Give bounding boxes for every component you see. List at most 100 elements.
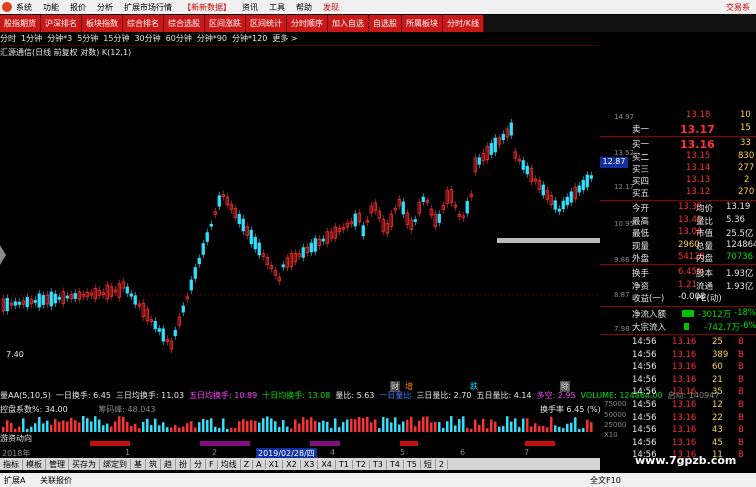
net-inflow-row: 净流入额 -3012万 -18% [632,308,756,320]
stat-a: 净资 [632,281,650,292]
tab-stock-screen[interactable]: 综合选股 [164,15,205,32]
volume-bar [350,418,353,432]
tab-composite-rank[interactable]: 综合排名 [123,15,164,32]
menu-system[interactable]: 系统 [16,2,32,13]
volume-bar [94,416,97,432]
indicator-tab[interactable]: 分 [191,458,206,470]
indicator-tab[interactable]: 趋 [161,458,176,470]
volume-chart[interactable] [0,414,600,432]
tf-1min[interactable]: 1分钟 [21,33,42,45]
menu-new-data[interactable]: 【新新数据】 [183,2,231,13]
volume-bar [590,422,593,432]
indicator-tab[interactable]: T4 [387,459,404,469]
tf-90min[interactable]: 分钟*90 [197,33,227,45]
tab-range-change[interactable]: 区间涨跌 [205,15,246,32]
tf-60min[interactable]: 60分钟 [166,33,192,45]
tab-sector[interactable]: 所属板块 [402,15,443,32]
volume-bar [398,424,401,432]
tf-more[interactable]: 更多 > [272,33,297,45]
indicator-value: 量比: 5.63 [335,391,375,400]
tab-sector-index[interactable]: 板块指数 [82,15,123,32]
indicator-tab[interactable]: T5 [404,459,421,469]
volume-bar [470,428,473,432]
indicator-tab[interactable]: X1 [266,459,284,469]
indicator-tab[interactable]: 2 [436,459,448,469]
indicator-tab[interactable]: Z [241,459,254,469]
volume-bar [526,418,529,432]
indicator-tab[interactable]: 均线 [218,458,241,470]
indicator-tab[interactable]: T2 [353,459,370,469]
indicator-tab[interactable]: F [206,459,218,469]
menu-help[interactable]: 帮助 [296,2,312,13]
tab-watchlist[interactable]: 自选股 [369,15,402,32]
tab-index-futures[interactable]: 股指期货 [0,15,41,32]
volume-bar [478,425,481,432]
tick-v: 12 [712,400,723,410]
stat-b: PE(动) [696,294,722,304]
tab-add-watchlist[interactable]: 加入自选 [328,15,369,32]
tab-range-stats[interactable]: 区间统计 [246,15,287,32]
tf-30min[interactable]: 30分钟 [134,33,160,45]
menu-quote[interactable]: 报价 [70,2,86,13]
stat-bv: 1.93亿 [726,269,754,279]
indicator-tab[interactable]: 买存为 [69,458,100,470]
tab-intraday-kline[interactable]: 分时/K线 [443,15,484,32]
indicator-tab[interactable]: X4 [318,459,336,469]
volume-bar [330,428,333,432]
indicator-tab[interactable]: 短 [421,458,436,470]
tick-s: B [738,387,744,398]
volume-bar [22,418,25,432]
tf-3min[interactable]: 分钟*3 [47,33,72,45]
tf-intraday[interactable]: 分时 [0,33,16,45]
indicator-tab[interactable]: 筑 [146,458,161,470]
menu-trade-system[interactable]: 交易系 [726,2,750,13]
volume-bar [314,420,317,432]
tab-rank[interactable]: 沪深排名 [41,15,82,32]
volume-bar [230,427,233,432]
tick-p: 13.16 [672,349,697,360]
volume-bar [158,425,161,432]
tf-5min[interactable]: 5分钟 [77,33,98,45]
tick-s: B [738,425,744,436]
indicator-tab[interactable]: T3 [370,459,387,469]
menu-function[interactable]: 功能 [43,2,59,13]
volume-bar [14,428,17,432]
tick-v: 389 [712,349,729,360]
scroll-left-icon[interactable] [0,245,6,265]
indicator-tab[interactable]: X3 [301,459,319,469]
indicator-tab[interactable]: 扮 [176,458,191,470]
indicator-tab[interactable]: 管理 [46,458,69,470]
menu-extended-market[interactable]: 扩展市场行情 [124,2,172,13]
volume-bar [302,417,305,432]
volume-bar [62,420,65,432]
indicator-tab[interactable]: 指标 [0,458,23,470]
volume-bar [510,421,513,432]
volume-bar [34,423,37,432]
kline-chart[interactable] [0,45,600,390]
volume-bar [74,420,77,432]
tick-v: 22 [712,412,723,423]
tf-120min[interactable]: 分钟*120 [232,33,267,45]
menu-discover[interactable]: 发现 [323,2,339,13]
indicator-tab[interactable]: A [253,459,266,469]
menu-tools[interactable]: 工具 [269,2,285,13]
indicator-tab[interactable]: X2 [283,459,301,469]
indicator-tab[interactable]: 基 [131,458,146,470]
status-linked-quote[interactable]: 关联报价 [40,475,72,486]
volume-bar [238,421,241,432]
menu-analysis[interactable]: 分析 [97,2,113,13]
indicator-tab[interactable]: T1 [336,459,353,469]
status-extended[interactable]: 扩展A [4,475,25,486]
low-price-label: 7.40 [6,350,24,359]
volume-bar [374,419,377,432]
tab-intraday-order[interactable]: 分时顺序 [287,15,328,32]
menu-news[interactable]: 资讯 [242,2,258,13]
volume-bar [82,416,85,432]
indicator-tab[interactable]: 绑定到 [100,458,131,470]
quote-stat-row: 现量 2960 总量 124864 [600,240,756,252]
sell-top-row: 13.18 10 [686,110,751,120]
tf-15min[interactable]: 15分钟 [103,33,129,45]
sell-1-row: 卖一 13.17 15 [632,123,751,136]
status-f10[interactable]: 全文F10 [590,475,621,486]
indicator-tab[interactable]: 模板 [23,458,46,470]
